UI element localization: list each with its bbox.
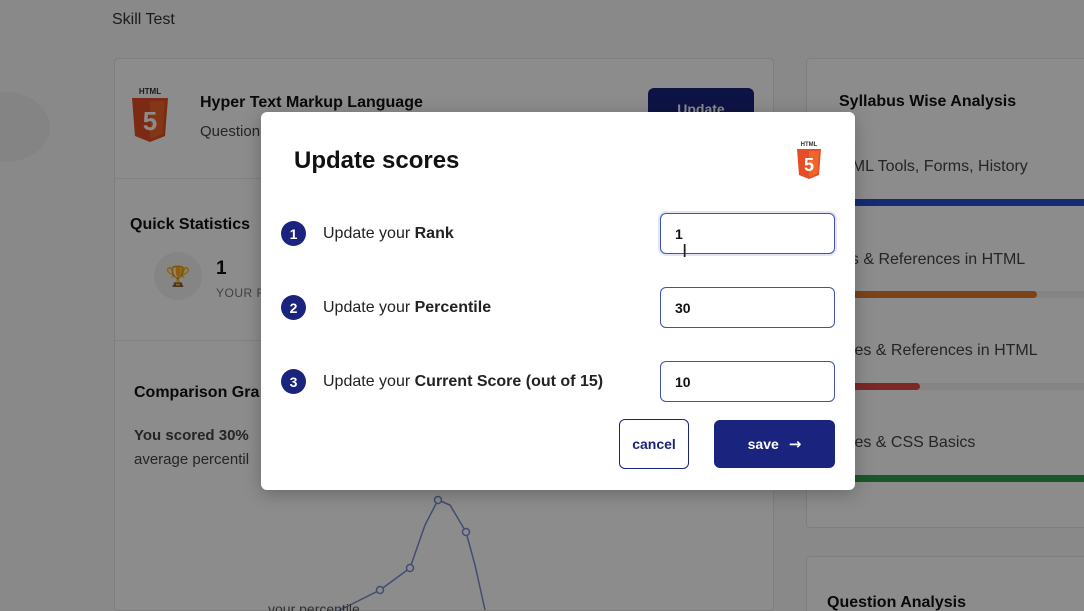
step-label-bold: Current Score (out of 15) bbox=[414, 373, 604, 390]
arrow-right-icon: → bbox=[788, 435, 802, 453]
step-label-prefix: Update your bbox=[323, 225, 415, 242]
save-button[interactable]: save → bbox=[714, 420, 835, 468]
step-label-prefix: Update your bbox=[323, 299, 415, 316]
rank-field-label: Update your Rank bbox=[323, 225, 454, 243]
svg-text:5: 5 bbox=[804, 155, 814, 175]
percentile-field-label: Update your Percentile bbox=[323, 299, 491, 317]
current-score-input[interactable] bbox=[660, 361, 835, 402]
step-number-badge: 3 bbox=[281, 369, 306, 394]
step-number-badge: 1 bbox=[281, 221, 306, 246]
svg-text:HTML: HTML bbox=[801, 142, 818, 148]
step-label-prefix: Update your bbox=[323, 373, 415, 390]
cancel-button[interactable]: cancel bbox=[619, 419, 689, 469]
step-label-bold: Rank bbox=[414, 225, 454, 242]
step-label-bold: Percentile bbox=[414, 299, 492, 316]
step-number-badge: 2 bbox=[281, 295, 306, 320]
percentile-input[interactable] bbox=[660, 287, 835, 328]
save-button-label: save bbox=[747, 436, 779, 452]
text-cursor-icon: I bbox=[682, 241, 688, 262]
modal-title: Update scores bbox=[294, 147, 460, 174]
html5-logo-icon: HTML 5 bbox=[797, 142, 821, 179]
current-score-field-label: Update your Current Score (out of 15) bbox=[323, 373, 603, 391]
update-scores-modal: Update scores HTML 5 1 Update your Rank … bbox=[261, 112, 855, 490]
